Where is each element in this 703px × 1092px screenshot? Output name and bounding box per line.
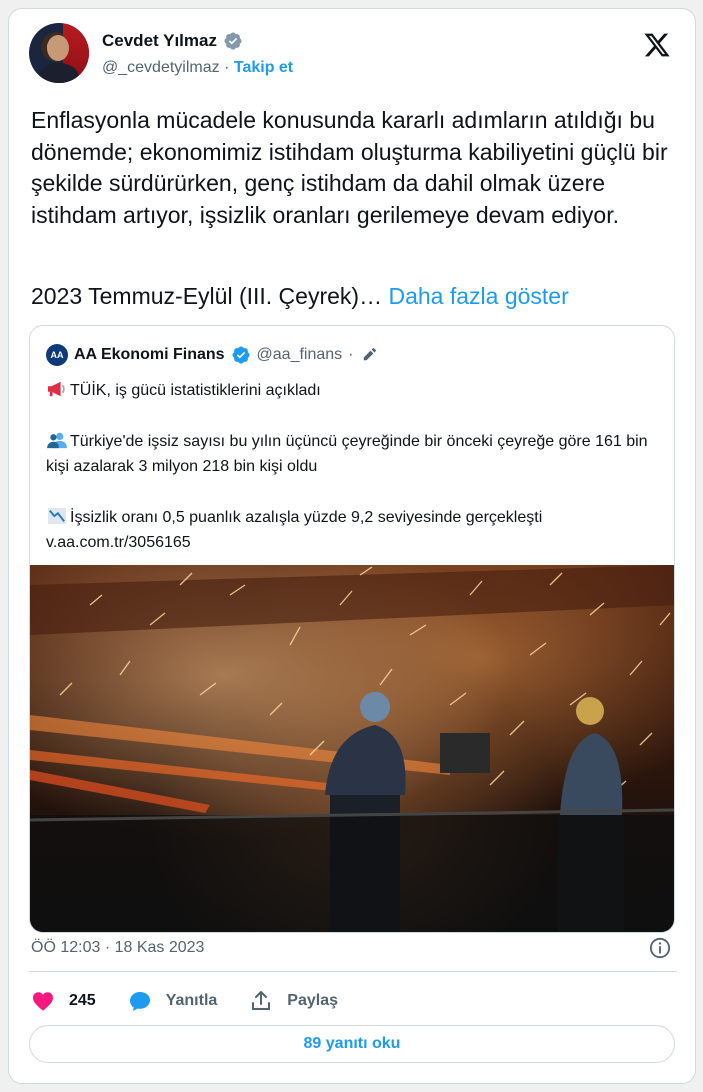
divider: [29, 971, 677, 972]
megaphone-icon: [48, 381, 65, 397]
quoted-line-3: İşsizlik oranı 0,5 puanlık azalışla yüzd…: [46, 505, 660, 531]
quoted-author-name: AA Ekonomi Finans: [74, 346, 225, 363]
tweet-last-line: 2023 Temmuz-Eylül (III. Çeyrek)… Daha fa…: [31, 281, 569, 312]
author-handle[interactable]: @_cevdetyilmaz: [102, 59, 220, 76]
quoted-line-3-text: İşsizlik oranı 0,5 puanlık azalışla yüzd…: [70, 508, 543, 526]
action-bar: 245 Yanıtla Paylaş: [31, 989, 370, 1013]
reply-button[interactable]: Yanıtla: [128, 989, 218, 1013]
read-replies-button[interactable]: 89 yanıtı oku: [29, 1025, 675, 1063]
separator: ·: [348, 346, 354, 363]
steel-workers-image: [30, 565, 674, 932]
author-name-row[interactable]: Cevdet Yılmaz: [102, 31, 243, 51]
tweet-timestamp[interactable]: ÖÖ 12:03 · 18 Kas 2023: [31, 939, 204, 957]
people-icon: [47, 432, 67, 448]
quoted-photo[interactable]: [30, 565, 674, 932]
quoted-line-1-text: TÜİK, iş gücü istatistiklerini açıkladı: [70, 382, 321, 399]
quoted-link[interactable]: v.aa.com.tr/3056165: [46, 530, 660, 556]
like-count: 245: [69, 992, 96, 1009]
verified-badge-icon: [224, 32, 242, 50]
quoted-line-2-text: Türkiye'de işsiz sayısı bu yılın üçüncü …: [46, 432, 648, 476]
quoted-author-handle: @aa_finans: [256, 346, 343, 363]
tweet-card: Cevdet Yılmaz @_cevdetyilmaz · Takip et …: [8, 8, 696, 1084]
separator: ·: [224, 59, 230, 76]
quoted-tweet[interactable]: AA AA Ekonomi Finans @aa_finans · TÜİK, …: [29, 325, 675, 933]
verified-badge-icon: [231, 346, 250, 364]
quoted-line-2: Türkiye'de işsiz sayısı bu yılın üçüncü …: [46, 429, 660, 480]
x-logo-icon[interactable]: [643, 31, 671, 59]
like-button[interactable]: 245: [31, 989, 96, 1013]
tweet-body: Enflasyonla mücadele konusunda kararlı a…: [31, 107, 668, 228]
share-label: Paylaş: [287, 992, 338, 1009]
info-icon[interactable]: [649, 937, 671, 959]
quoted-tweet-header: AA AA Ekonomi Finans @aa_finans ·: [46, 344, 378, 366]
edit-icon: [363, 348, 376, 361]
aa-logo: AA: [46, 344, 68, 366]
follow-button[interactable]: Takip et: [234, 59, 293, 76]
heart-icon: [33, 992, 53, 1011]
quoted-line-1: TÜİK, iş gücü istatistiklerini açıkladı: [46, 378, 660, 404]
chart-down-icon: [48, 507, 66, 524]
reply-label: Yanıtla: [165, 992, 218, 1009]
quoted-tweet-text: TÜİK, iş gücü istatistiklerini açıkladı …: [46, 378, 660, 556]
author-avatar[interactable]: [29, 23, 89, 83]
reply-icon: [129, 992, 150, 1011]
author-handle-line: @_cevdetyilmaz · Takip et: [102, 59, 293, 77]
share-icon: [252, 991, 271, 1010]
share-button[interactable]: Paylaş: [249, 989, 338, 1013]
author-name[interactable]: Cevdet Yılmaz: [102, 31, 217, 51]
show-more-link[interactable]: Daha fazla göster: [388, 283, 568, 309]
tweet-truncated-text: 2023 Temmuz-Eylül (III. Çeyrek)…: [31, 283, 383, 309]
